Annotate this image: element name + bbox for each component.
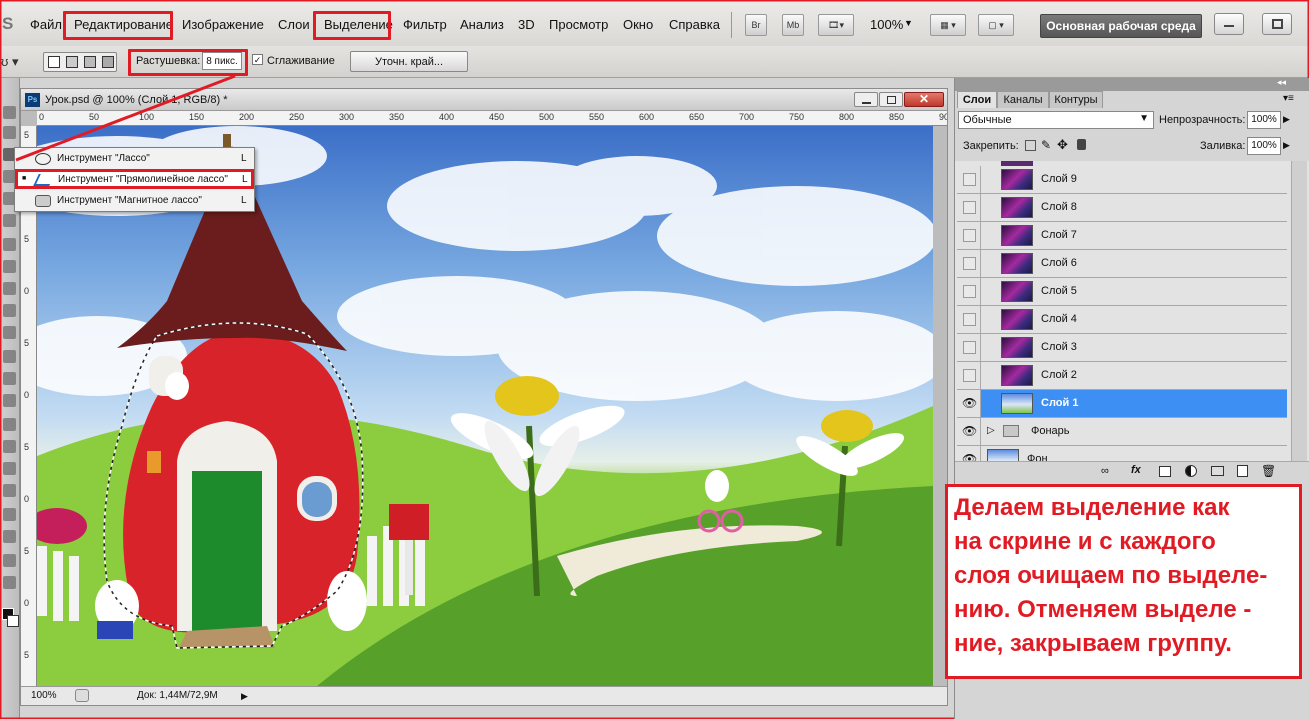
layer-name: Слой 1	[1041, 397, 1079, 409]
opacity-arrow-icon[interactable]: ▶	[1283, 114, 1290, 125]
visibility-toggle[interactable]	[963, 341, 976, 354]
fill-input[interactable]: 100%	[1247, 137, 1281, 155]
panel-menu-icon[interactable]: ▾≡	[1283, 93, 1294, 104]
lock-pixels-icon[interactable]: ✎	[1041, 138, 1051, 152]
adjustment-layer-icon[interactable]	[1185, 465, 1197, 477]
opacity-input[interactable]: 100%	[1247, 111, 1281, 129]
new-layer-icon[interactable]	[1237, 465, 1248, 477]
tab-layers[interactable]: Слои	[957, 91, 997, 108]
layer-name: Слой 8	[1041, 201, 1077, 213]
visibility-toggle[interactable]	[963, 369, 976, 382]
opacity-label: Непрозрачность:	[1159, 114, 1246, 126]
layer-row[interactable]: Слой 3	[957, 334, 1287, 362]
layer-thumbnail	[1001, 169, 1033, 190]
layer-name: Слой 2	[1041, 369, 1077, 381]
eye-icon[interactable]: 👁	[962, 396, 977, 410]
layer-thumbnail	[1001, 281, 1033, 302]
lock-transparent-icon[interactable]	[1025, 140, 1036, 151]
tab-channels[interactable]: Каналы	[997, 91, 1049, 108]
layer-thumbnail	[1001, 253, 1033, 274]
layer-row[interactable]: Слой 5	[957, 278, 1287, 306]
layers-scrollbar[interactable]	[1291, 161, 1307, 461]
group-expand-icon[interactable]: ▷	[987, 425, 995, 436]
visibility-toggle[interactable]	[963, 257, 976, 270]
layer-name: Слой 6	[1041, 257, 1077, 269]
lock-all-icon[interactable]	[1077, 139, 1086, 150]
layer-thumbnail	[1001, 225, 1033, 246]
layer-thumbnail	[987, 449, 1019, 461]
layer-name: Слой 5	[1041, 285, 1077, 297]
layer-name: Слой 3	[1041, 341, 1077, 353]
layer-row[interactable]: Слой 4	[957, 306, 1287, 334]
visibility-toggle[interactable]	[963, 173, 976, 186]
layer-name: Фон	[1027, 453, 1048, 461]
chevron-down-icon: ▼	[1139, 113, 1149, 124]
blend-mode-value: Обычные	[963, 114, 1012, 126]
layers-list: Слой 9 Слой 8 Слой 7 Слой 6 Слой 5 Слой …	[955, 161, 1309, 461]
background-row[interactable]: 👁 Фон	[957, 446, 1287, 461]
layer-thumbnail	[1001, 365, 1033, 386]
layers-footer: ∞ fx 🗑	[955, 461, 1309, 481]
folder-icon	[1003, 425, 1019, 437]
layer-thumbnail	[1001, 337, 1033, 358]
layer-row[interactable]: Слой 8	[957, 194, 1287, 222]
layer-row[interactable]: Слой 2	[957, 362, 1287, 390]
blend-mode-select[interactable]: Обычные ▼	[958, 111, 1154, 129]
layer-row[interactable]: Слой 9	[957, 166, 1287, 194]
layer-row[interactable]: Слой 6	[957, 250, 1287, 278]
layer-row[interactable]: Слой 7	[957, 222, 1287, 250]
visibility-toggle[interactable]	[963, 201, 976, 214]
tab-paths[interactable]: Контуры	[1049, 91, 1103, 108]
add-mask-icon[interactable]	[1159, 466, 1171, 477]
group-row[interactable]: 👁 ▷ Фонарь	[957, 418, 1287, 446]
fill-label: Заливка:	[1200, 140, 1246, 152]
layer-name: Слой 9	[1041, 173, 1077, 185]
fx-icon[interactable]: fx	[1131, 464, 1141, 476]
lock-position-icon[interactable]: ✥	[1057, 137, 1068, 153]
eye-icon[interactable]: 👁	[962, 452, 977, 461]
layer-thumbnail	[1001, 309, 1033, 330]
visibility-toggle[interactable]	[963, 313, 976, 326]
layer-thumbnail	[1001, 393, 1033, 414]
lock-label: Закрепить:	[963, 140, 1019, 152]
layer-name: Слой 4	[1041, 313, 1077, 325]
trash-icon[interactable]: 🗑	[1261, 464, 1276, 478]
collapse-panel-icon[interactable]: ◂◂	[1277, 77, 1286, 88]
tutorial-annotation: Делаем выделение как на скрине и с каждо…	[945, 484, 1302, 679]
group-name: Фонарь	[1031, 425, 1070, 437]
link-layers-icon[interactable]: ∞	[1101, 465, 1109, 477]
layer-thumbnail	[1001, 197, 1033, 218]
new-group-icon[interactable]	[1211, 466, 1224, 476]
visibility-toggle[interactable]	[963, 229, 976, 242]
layer-row-selected[interactable]: 👁 Слой 1	[957, 390, 1287, 418]
layer-name: Слой 7	[1041, 229, 1077, 241]
visibility-toggle[interactable]	[963, 285, 976, 298]
panel-dock-header[interactable]: ◂◂	[955, 77, 1309, 91]
eye-icon[interactable]: 👁	[962, 424, 977, 438]
fill-arrow-icon[interactable]: ▶	[1283, 140, 1290, 151]
